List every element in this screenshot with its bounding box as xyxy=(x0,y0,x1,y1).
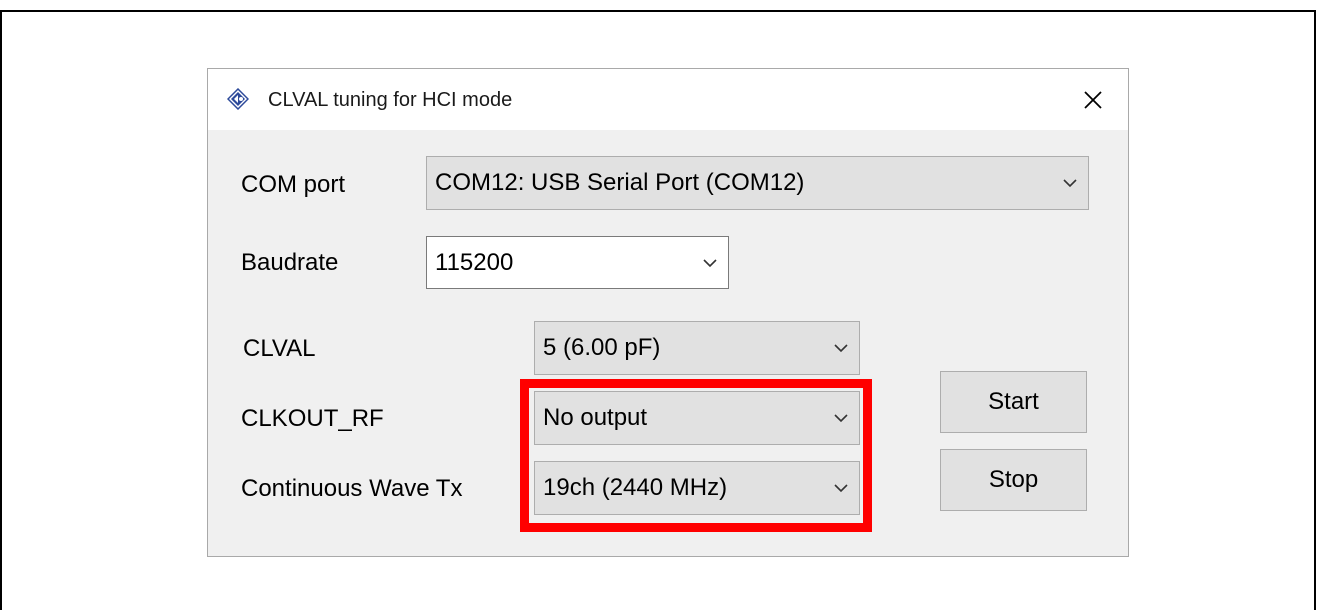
start-button[interactable]: Start xyxy=(940,371,1087,433)
title-bar: CLVAL tuning for HCI mode xyxy=(208,69,1128,130)
clval-value: 5 (6.00 pF) xyxy=(543,334,661,361)
dialog-window: CLVAL tuning for HCI mode COM port COM12… xyxy=(207,68,1129,557)
baudrate-select[interactable]: 115200 xyxy=(426,236,729,289)
chevron-down-icon xyxy=(834,414,848,423)
clkout-rf-value: No output xyxy=(543,404,648,431)
clkout-rf-label: CLKOUT_RF xyxy=(241,405,384,432)
baudrate-label: Baudrate xyxy=(241,249,339,276)
continuous-wave-tx-label: Continuous Wave Tx xyxy=(241,475,463,502)
stop-button[interactable]: Stop xyxy=(940,449,1087,511)
window-title: CLVAL tuning for HCI mode xyxy=(268,89,513,111)
close-icon xyxy=(1084,91,1102,109)
close-button[interactable] xyxy=(1076,83,1110,117)
chevron-down-icon xyxy=(1063,179,1077,188)
app-icon xyxy=(226,87,250,111)
com-port-select[interactable]: COM12: USB Serial Port (COM12) xyxy=(426,156,1089,210)
clval-select[interactable]: 5 (6.00 pF) xyxy=(534,321,860,375)
com-port-value: COM12: USB Serial Port (COM12) xyxy=(435,169,805,196)
clkout-rf-select[interactable]: No output xyxy=(534,391,860,445)
com-port-label: COM port xyxy=(241,171,346,198)
clval-label: CLVAL xyxy=(243,335,316,362)
continuous-wave-tx-select[interactable]: 19ch (2440 MHz) xyxy=(534,461,860,515)
chevron-down-icon xyxy=(834,344,848,353)
chevron-down-icon xyxy=(703,258,717,267)
continuous-wave-tx-value: 19ch (2440 MHz) xyxy=(543,474,728,501)
chevron-down-icon xyxy=(834,484,848,493)
baudrate-value: 115200 xyxy=(435,248,514,276)
